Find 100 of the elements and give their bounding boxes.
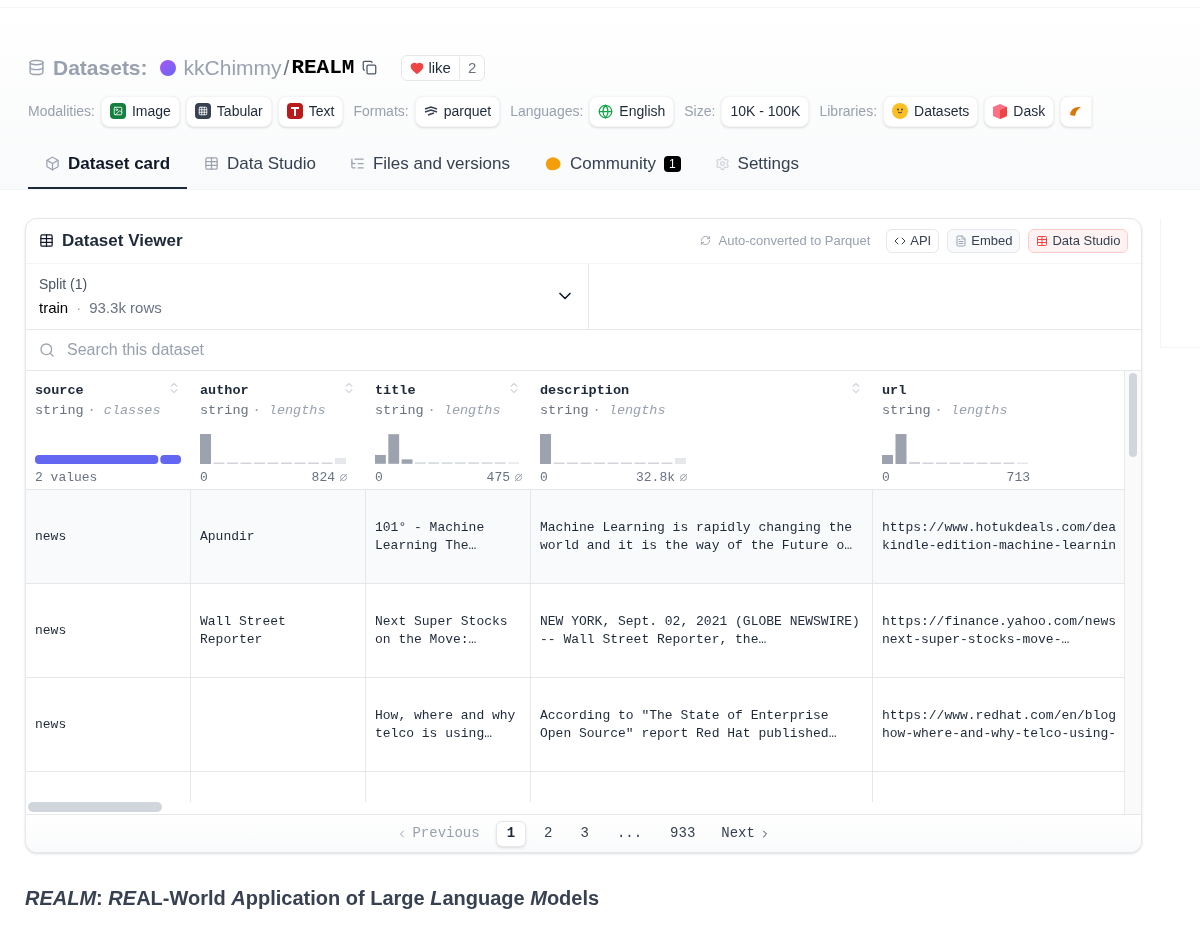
table-cell-text: Next Super Stocks on the Move:… — [375, 612, 509, 649]
column-stat: · lengths — [427, 402, 501, 421]
table-cell-text: https://finance.yahoo.com/news next-super-stocks-move-… — [882, 612, 1118, 649]
table-cell: news — [35, 715, 67, 734]
settings-icon — [714, 156, 730, 171]
column-stat: · lengths — [934, 402, 1008, 421]
avatar-icon — [159, 59, 176, 76]
table-cell-text: 101° - Machine Learning The… — [375, 518, 486, 555]
cube-icon — [45, 156, 60, 171]
dataset-name[interactable]: REALM — [291, 52, 355, 84]
tag-chip[interactable]: 10K - 100K — [721, 95, 810, 127]
tab[interactable]: Data Studio — [187, 140, 333, 189]
toolbar-button[interactable]: Embed — [947, 228, 1021, 253]
table-cell-text: According to "The State of Enterprise Open Source" report Red Hat published… — [540, 706, 838, 743]
column-type: string — [35, 402, 84, 421]
table-cell: news — [35, 621, 67, 640]
horizontal-scrollbar[interactable] — [28, 802, 162, 812]
stack-icon — [423, 106, 438, 116]
column-name: url — [882, 382, 907, 400]
grid-icon — [194, 103, 211, 119]
column-stat: · classes — [87, 402, 161, 421]
toolbar-button[interactable]: Data Studio — [1028, 228, 1129, 253]
cube-icon — [993, 103, 1008, 119]
vertical-scrollbar[interactable] — [1128, 373, 1137, 457]
copy-icon[interactable] — [362, 60, 378, 76]
document-icon — [955, 234, 968, 247]
page-link[interactable]: 933 — [660, 820, 706, 847]
column-stat: · lengths — [592, 402, 666, 421]
split-label: Split (1) — [39, 274, 89, 294]
next-link[interactable]: Next — [713, 823, 779, 844]
tag-group-label: Formats: — [353, 101, 409, 121]
table-cell-text: Machine Learning is rapidly changing the world and it is the way of the Future o… — [540, 518, 854, 555]
range-min: 0 — [375, 468, 383, 487]
row-count: 93.3k rows — [89, 297, 162, 318]
image-icon — [109, 103, 126, 119]
toolbar-button[interactable]: API — [886, 228, 940, 253]
split-value: train — [39, 297, 69, 318]
database-icon — [28, 59, 45, 77]
letter-t-icon — [286, 103, 303, 119]
column-type: string — [375, 402, 424, 421]
tag-group-label: Size: — [684, 101, 716, 121]
tab[interactable]: Dataset card — [28, 140, 188, 189]
table-icon — [39, 233, 54, 248]
value-count: 2 values — [35, 468, 98, 487]
section-label: Datasets: — [53, 55, 148, 81]
path-separator: / — [283, 55, 290, 81]
refresh-icon — [699, 235, 711, 246]
tag-chip[interactable]: Dask — [984, 95, 1055, 127]
column-name: author — [200, 382, 249, 400]
table-cell-text: How, where and why telco is using… — [375, 706, 517, 743]
tag-group-label: Libraries: — [819, 101, 878, 121]
tag-chip[interactable] — [1060, 95, 1093, 127]
table-cell: news — [35, 527, 67, 546]
column-type: string — [882, 402, 931, 421]
table-cell: Apundir — [200, 527, 255, 546]
column-type: string — [200, 402, 249, 421]
tab[interactable]: Settings — [697, 140, 816, 189]
column-name: title — [375, 382, 416, 400]
table-cell-text: https://www.redhat.com/en/blog how-where-and-why-telco-using- — [882, 706, 1118, 743]
tag-chip[interactable]: Tabular — [185, 95, 272, 127]
tag-chip[interactable]: Datasets — [883, 95, 979, 127]
column-name: source — [35, 382, 84, 400]
page-link[interactable]: 2 — [534, 820, 563, 847]
table-icon — [204, 156, 220, 171]
section-heading: REALM: REAL-World Application of Large Language Models — [25, 886, 601, 911]
split-select[interactable]: Split (1) train · 93.3k rows — [26, 263, 589, 329]
tab[interactable]: Files and versions — [332, 140, 527, 189]
column-type: string — [540, 402, 589, 421]
split-dot: · — [76, 297, 82, 318]
tag-chip[interactable]: Image — [100, 95, 180, 127]
table-icon — [1036, 234, 1049, 247]
tag-chip[interactable]: English — [589, 95, 675, 127]
count-badge: 1 — [663, 155, 681, 172]
range-max: 32.8k — [636, 468, 675, 487]
heart-icon — [410, 60, 425, 75]
page-link[interactable]: 3 — [570, 820, 599, 847]
tag-chip[interactable]: parquet — [414, 95, 501, 127]
tag-group-label: Languages: — [510, 101, 584, 121]
range-min: 0 — [882, 468, 890, 487]
like-button[interactable]: like 2 — [401, 54, 486, 81]
list-icon — [349, 156, 365, 171]
table-cell-text: NEW YORK, Sept. 02, 2021 (GLOBE NEWSWIRE) -- Wall Street Reporter, the… — [540, 612, 861, 649]
range-min: 0 — [200, 468, 208, 487]
tag-chip[interactable]: Text — [277, 95, 344, 127]
globe-icon — [598, 103, 614, 119]
table-cell-text: https://www.hotukdeals.com/dea kindle-edition-machine-learnin — [882, 518, 1118, 555]
range-max: 713 — [1006, 468, 1030, 487]
panel-title: Dataset Viewer — [62, 229, 183, 252]
tag-group-label: Modalities: — [28, 101, 95, 121]
range-max: 475 — [486, 468, 510, 487]
search-field[interactable]: Search this dataset — [67, 338, 1129, 362]
like-count: 2 — [458, 56, 485, 79]
search-icon — [39, 342, 55, 358]
page-link[interactable]: 1 — [495, 820, 527, 847]
range-max: 824 — [311, 468, 335, 487]
like-label: like — [428, 57, 451, 78]
page-link[interactable]: ... — [606, 820, 653, 847]
range-min: 0 — [540, 468, 548, 487]
tab[interactable]: Community 1 — [526, 140, 698, 189]
column-name: description — [540, 382, 630, 400]
